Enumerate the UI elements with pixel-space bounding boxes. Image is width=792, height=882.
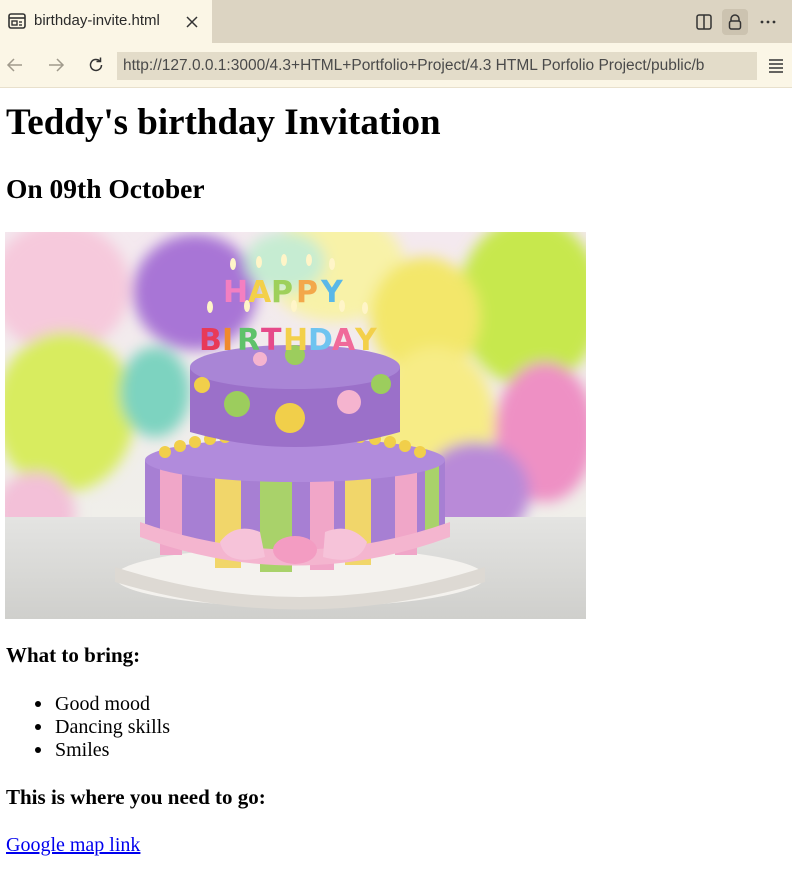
bring-heading: What to bring:	[6, 643, 141, 667]
tab-strip: birthday-invite.html	[0, 0, 792, 43]
split-view-icon[interactable]	[691, 9, 717, 35]
date-heading: On 09th October	[6, 173, 205, 204]
url-text: http://127.0.0.1:3000/4.3+HTML+Portfolio…	[123, 57, 705, 74]
svg-text:H: H	[283, 323, 308, 358]
menu-icon[interactable]	[764, 53, 788, 77]
bring-list: Good mood Dancing skills Smiles	[35, 693, 170, 762]
page-icon	[8, 13, 26, 29]
back-arrow-icon[interactable]	[3, 53, 27, 77]
svg-text:Y: Y	[354, 323, 378, 358]
reload-icon[interactable]	[84, 53, 108, 77]
svg-text:I: I	[222, 323, 233, 358]
list-item: Smiles	[35, 739, 170, 762]
forward-arrow-icon[interactable]	[44, 53, 68, 77]
list-item: Good mood	[35, 693, 170, 716]
navigation-bar: http://127.0.0.1:3000/4.3+HTML+Portfolio…	[0, 43, 792, 88]
google-map-link[interactable]: Google map link	[6, 834, 140, 857]
svg-text:A: A	[332, 323, 356, 358]
svg-text:P: P	[271, 275, 293, 310]
list-item: Dancing skills	[35, 716, 170, 738]
svg-text:D: D	[308, 323, 333, 358]
address-bar[interactable]: http://127.0.0.1:3000/4.3+HTML+Portfolio…	[117, 52, 757, 80]
svg-text:R: R	[237, 323, 260, 358]
svg-text:B: B	[199, 323, 222, 358]
svg-text:P: P	[296, 275, 318, 310]
svg-text:T: T	[261, 323, 282, 358]
birthday-cake-image: H A P P Y B I R T H D A Y	[5, 232, 586, 619]
more-icon[interactable]	[755, 9, 781, 35]
location-heading: This is where you need to go:	[6, 785, 266, 809]
lock-icon[interactable]	[722, 9, 748, 35]
page-title: Teddy's birthday Invitation	[6, 102, 441, 143]
tab-title: birthday-invite.html	[34, 12, 160, 29]
tab-birthday-invite[interactable]: birthday-invite.html	[0, 0, 212, 43]
close-icon[interactable]	[184, 14, 200, 30]
page-content: Teddy's birthday Invitation On 09th Octo…	[0, 89, 792, 882]
svg-text:A: A	[248, 275, 272, 310]
